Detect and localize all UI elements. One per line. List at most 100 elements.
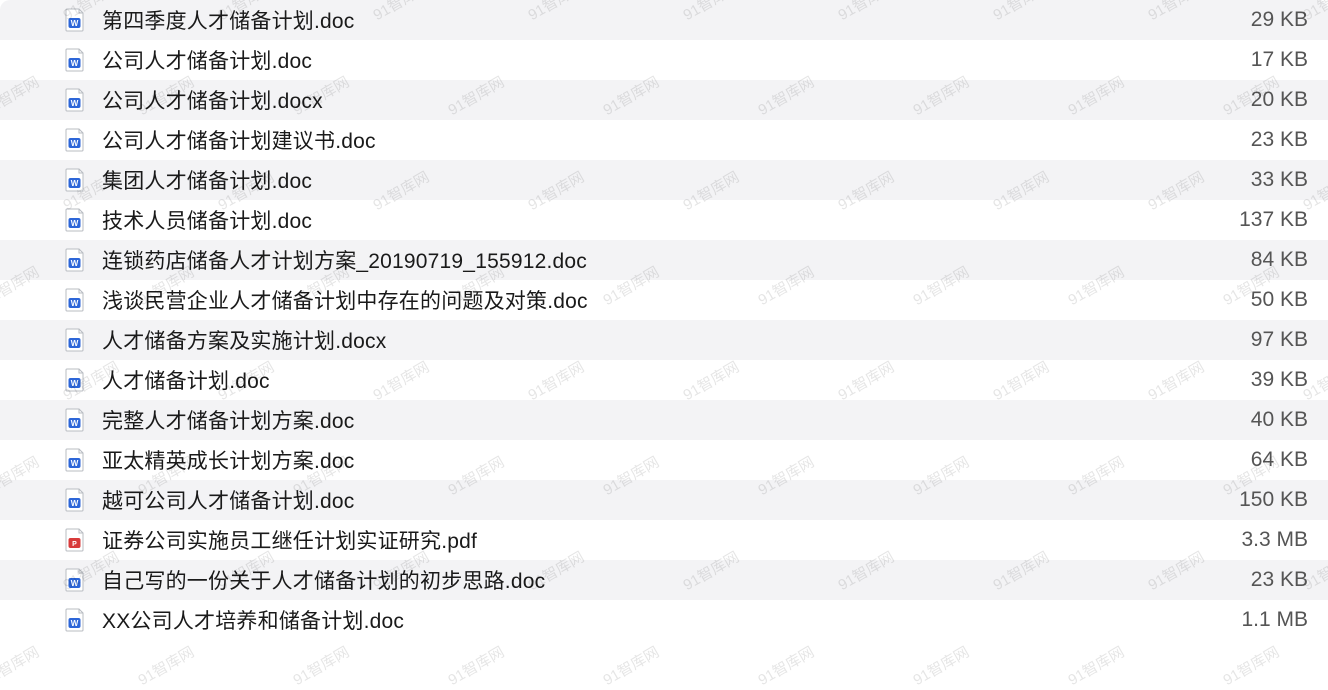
word-doc-icon: W <box>64 488 86 512</box>
file-row[interactable]: W 人才储备方案及实施计划.docx97 KB <box>0 320 1328 360</box>
word-doc-icon: W <box>64 8 86 32</box>
svg-text:W: W <box>71 259 79 268</box>
svg-text:P: P <box>72 541 77 548</box>
file-row[interactable]: W 集团人才储备计划.doc 33 KB <box>0 160 1328 200</box>
svg-text:W: W <box>71 459 79 468</box>
word-doc-icon: W <box>64 88 86 112</box>
watermark-text: 91智库网 <box>0 641 43 690</box>
word-icon: W <box>64 608 86 632</box>
file-row[interactable]: W 公司人才储备计划建议书.doc23 KB <box>0 120 1328 160</box>
svg-text:W: W <box>71 139 79 148</box>
file-name: XX公司人才培养和储备计划.doc <box>102 605 1202 635</box>
word-doc-icon: W <box>64 48 86 72</box>
svg-text:W: W <box>71 219 79 228</box>
word-doc-icon: W <box>64 408 86 432</box>
word-doc-icon: W <box>64 448 86 472</box>
file-name: 浅谈民营企业人才储备计划中存在的问题及对策.doc <box>102 285 1202 315</box>
file-name: 证券公司实施员工继任计划实证研究.pdf <box>102 525 1202 555</box>
word-icon: W <box>64 568 86 592</box>
file-row[interactable]: W XX公司人才培养和储备计划.doc 1.1 MB <box>0 600 1328 640</box>
watermark-text: 91智库网 <box>754 641 818 690</box>
svg-text:W: W <box>71 99 79 108</box>
word-icon: W <box>64 168 86 192</box>
file-size: 3.3 MB <box>1218 528 1308 552</box>
file-name: 越可公司人才储备计划.doc <box>102 485 1202 515</box>
svg-text:W: W <box>71 419 79 428</box>
file-size: 97 KB <box>1218 328 1308 352</box>
file-size: 29 KB <box>1218 8 1308 32</box>
word-icon: W <box>64 488 86 512</box>
watermark-text: 91智库网 <box>1064 641 1128 690</box>
file-row[interactable]: W 公司人才储备计划.docx 20 KB <box>0 80 1328 120</box>
watermark-text: 91智库网 <box>599 641 663 690</box>
file-name: 集团人才储备计划.doc <box>102 165 1202 195</box>
file-row[interactable]: W 人才储备计划.doc 39 KB <box>0 360 1328 400</box>
word-doc-icon: W <box>64 568 86 592</box>
svg-text:W: W <box>71 579 79 588</box>
word-doc-icon: W <box>64 208 86 232</box>
svg-text:W: W <box>71 179 79 188</box>
file-size: 33 KB <box>1218 168 1308 192</box>
file-name: 第四季度人才储备计划.doc <box>102 5 1202 35</box>
watermark-text: 91智库网 <box>1219 641 1283 690</box>
file-row[interactable]: W 连锁药店储备人才计划方案_20190719_155912.doc 84 KB <box>0 240 1328 280</box>
word-doc-icon: W <box>64 328 86 352</box>
file-size: 23 KB <box>1218 568 1308 592</box>
file-row[interactable]: W 浅谈民营企业人才储备计划中存在的问题及对策.doc50 KB <box>0 280 1328 320</box>
word-icon: W <box>64 128 86 152</box>
file-size: 20 KB <box>1218 88 1308 112</box>
word-doc-icon: W <box>64 168 86 192</box>
svg-text:W: W <box>71 619 79 628</box>
svg-text:W: W <box>71 379 79 388</box>
word-icon: W <box>64 48 86 72</box>
word-icon: W <box>64 448 86 472</box>
file-name: 公司人才储备计划.doc <box>102 45 1202 75</box>
file-name: 技术人员储备计划.doc <box>102 205 1202 235</box>
file-row[interactable]: W 第四季度人才储备计划.doc 29 KB <box>0 0 1328 40</box>
pdf-doc-icon: P <box>64 528 86 552</box>
file-row[interactable]: P 证券公司实施员工继任计划实证研究.pdf 3.3 MB <box>0 520 1328 560</box>
file-size: 150 KB <box>1218 488 1308 512</box>
word-icon: W <box>64 208 86 232</box>
file-row[interactable]: W 完整人才储备计划方案.doc40 KB <box>0 400 1328 440</box>
svg-text:W: W <box>71 299 79 308</box>
file-name: 人才储备计划.doc <box>102 365 1202 395</box>
word-icon: W <box>64 288 86 312</box>
word-doc-icon: W <box>64 128 86 152</box>
word-icon: W <box>64 88 86 112</box>
file-size: 137 KB <box>1218 208 1308 232</box>
file-size: 17 KB <box>1218 48 1308 72</box>
word-icon: W <box>64 248 86 272</box>
watermark-text: 91智库网 <box>289 641 353 690</box>
file-name: 亚太精英成长计划方案.doc <box>102 445 1202 475</box>
word-doc-icon: W <box>64 248 86 272</box>
file-size: 23 KB <box>1218 128 1308 152</box>
word-doc-icon: W <box>64 368 86 392</box>
file-name: 公司人才储备计划.docx <box>102 85 1202 115</box>
pdf-icon: P <box>64 528 86 552</box>
svg-text:W: W <box>71 59 79 68</box>
file-size: 1.1 MB <box>1218 608 1308 632</box>
file-size: 84 KB <box>1218 248 1308 272</box>
file-size: 64 KB <box>1218 448 1308 472</box>
file-name: 连锁药店储备人才计划方案_20190719_155912.doc <box>102 245 1202 275</box>
file-row[interactable]: W 公司人才储备计划.doc 17 KB <box>0 40 1328 80</box>
word-doc-icon: W <box>64 608 86 632</box>
word-icon: W <box>64 408 86 432</box>
watermark-text: 91智库网 <box>909 641 973 690</box>
word-icon: W <box>64 328 86 352</box>
file-name: 自己写的一份关于人才储备计划的初步思路.doc <box>102 565 1202 595</box>
file-size: 39 KB <box>1218 368 1308 392</box>
word-doc-icon: W <box>64 288 86 312</box>
word-icon: W <box>64 368 86 392</box>
file-name: 完整人才储备计划方案.doc <box>102 405 1202 435</box>
file-list: W 第四季度人才储备计划.doc 29 KB W 公司人才储备计划.doc 17 K… <box>0 0 1328 640</box>
file-row[interactable]: W 越可公司人才储备计划.doc 150 KB <box>0 480 1328 520</box>
svg-text:W: W <box>71 339 79 348</box>
watermark-text: 91智库网 <box>444 641 508 690</box>
svg-text:W: W <box>71 19 79 28</box>
file-row[interactable]: W 技术人员储备计划.doc 137 KB <box>0 200 1328 240</box>
file-row[interactable]: W 亚太精英成长计划方案.doc 64 KB <box>0 440 1328 480</box>
file-row[interactable]: W 自己写的一份关于人才储备计划的初步思路.doc 23 KB <box>0 560 1328 600</box>
watermark-text: 91智库网 <box>134 641 198 690</box>
